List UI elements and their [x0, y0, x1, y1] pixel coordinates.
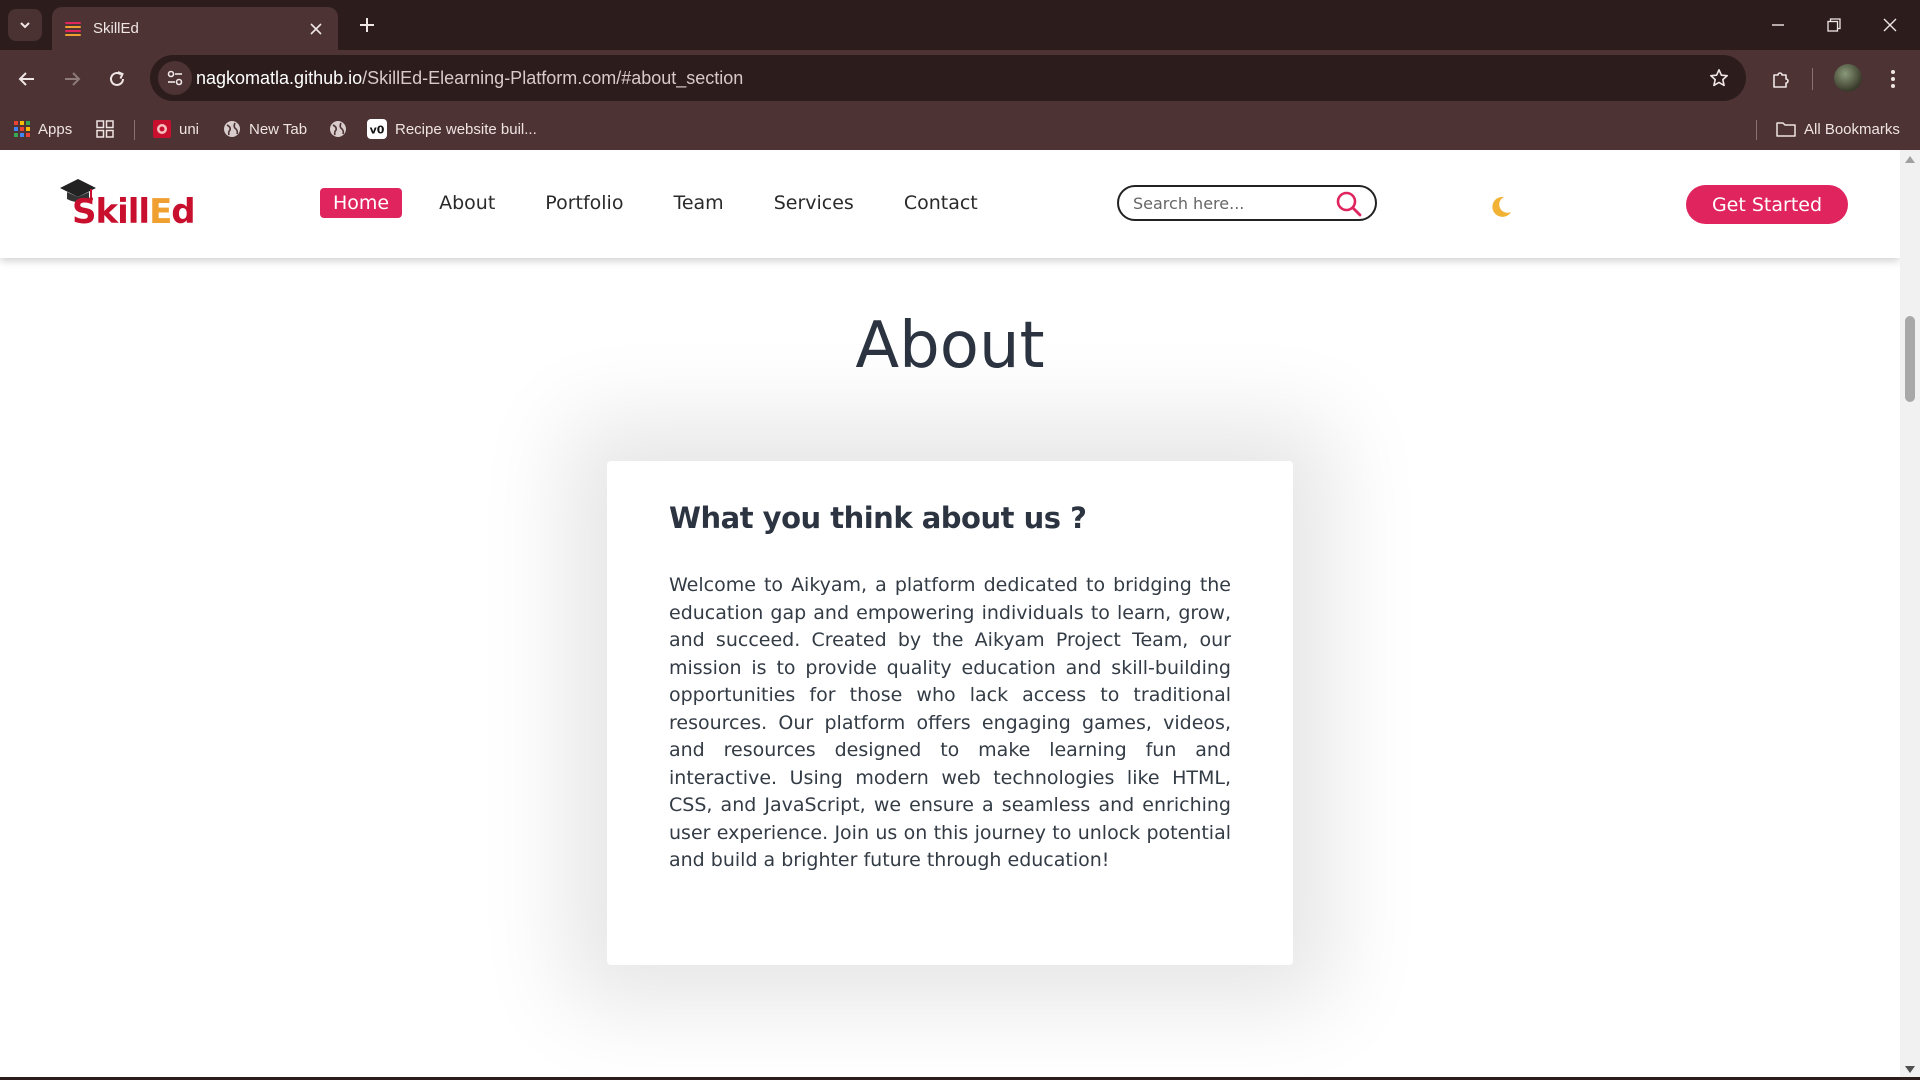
reload-icon	[110, 71, 124, 86]
page-scrollbar[interactable]	[1900, 150, 1920, 1080]
bookmark-label: Apps	[38, 120, 73, 138]
minimize-icon	[1772, 24, 1784, 26]
site-info-button[interactable]	[158, 61, 192, 95]
bookmark-uni[interactable]: uni	[153, 108, 199, 150]
nav-team[interactable]: Team	[660, 188, 736, 218]
uni-favicon-icon	[153, 120, 171, 138]
skilled-favicon-icon	[65, 21, 81, 37]
tab-active[interactable]: SkillEd	[52, 7, 338, 50]
more-vert-icon	[1891, 70, 1895, 88]
tab-search-button[interactable]	[8, 9, 42, 41]
scroll-down-arrow-icon[interactable]	[1905, 1066, 1915, 1073]
browser-toolbar: nagkomatla.github.io/SkillEd-Elearning-P…	[0, 50, 1920, 108]
nav-about[interactable]: About	[426, 188, 508, 218]
nav-portfolio[interactable]: Portfolio	[532, 188, 636, 218]
bookmarks-divider	[1756, 120, 1757, 140]
bookmark-label: New Tab	[249, 120, 308, 138]
nav-home[interactable]: Home	[320, 188, 403, 218]
extensions-button[interactable]	[1764, 62, 1798, 96]
tab-groups-icon	[96, 120, 114, 138]
close-icon	[310, 22, 322, 35]
all-bookmarks-button[interactable]: All Bookmarks	[1776, 108, 1900, 150]
close-icon	[1883, 18, 1897, 32]
forward-button[interactable]	[55, 62, 89, 96]
scrollbar-thumb[interactable]	[1905, 316, 1915, 402]
reload-button[interactable]	[100, 62, 134, 96]
bookmark-label: Recipe website buil...	[395, 120, 537, 138]
site-logo[interactable]: SkillEd	[58, 176, 208, 236]
restore-icon	[1827, 18, 1841, 32]
about-heading: About	[855, 309, 1045, 384]
search-input[interactable]	[1131, 193, 1335, 214]
logo-text: SkillEd	[72, 192, 196, 232]
card-title: What you think about us ?	[669, 501, 1087, 535]
bookmark-label: uni	[179, 120, 200, 138]
tab-title: SkillEd	[93, 20, 139, 37]
site-search	[1117, 185, 1377, 221]
globe-icon	[330, 121, 346, 137]
chrome-menu-button[interactable]	[1876, 62, 1910, 96]
site-nav: Home About Portfolio Team Services Conta…	[320, 188, 1015, 218]
url-text[interactable]: nagkomatla.github.io/SkillEd-Elearning-P…	[196, 68, 743, 89]
star-icon	[1710, 69, 1728, 87]
page-viewport: SkillEd Home About Portfolio Team Servic…	[0, 150, 1900, 1080]
moon-icon[interactable]	[1488, 194, 1514, 226]
bookmark-recipe-website[interactable]: v0 Recipe website buil...	[367, 108, 537, 150]
address-bar[interactable]: nagkomatla.github.io/SkillEd-Elearning-P…	[150, 55, 1746, 101]
new-tab-button[interactable]	[352, 10, 382, 40]
apps-grid-icon	[14, 121, 30, 137]
folder-icon	[1776, 122, 1796, 137]
arrow-right-icon	[65, 72, 81, 86]
get-started-button[interactable]: Get Started	[1686, 185, 1848, 224]
url-path: /SkillEd-Elearning-Platform.com/#about_s…	[362, 68, 744, 88]
puzzle-icon	[1773, 72, 1789, 88]
svg-text:v0: v0	[370, 124, 385, 137]
arrow-left-icon	[18, 72, 34, 86]
back-button[interactable]	[10, 62, 44, 96]
url-host: nagkomatla.github.io	[196, 68, 363, 88]
nav-services[interactable]: Services	[761, 188, 867, 218]
bookmark-new-tab[interactable]: New Tab	[223, 108, 307, 150]
about-card: What you think about us ? Welcome to Aik…	[607, 461, 1293, 965]
profile-avatar[interactable]	[1834, 64, 1862, 92]
tab-strip: SkillEd	[0, 0, 1920, 50]
restore-button[interactable]	[1810, 8, 1858, 42]
bookmarks-bar: Apps uni New Tab v0 Recipe website buil.…	[0, 108, 1920, 150]
tab-close-button[interactable]	[302, 15, 330, 43]
search-icon[interactable]	[1335, 190, 1363, 218]
globe-icon	[224, 121, 240, 137]
plus-icon	[360, 18, 374, 32]
toolbar-divider	[1812, 68, 1813, 90]
bookmark-star-button[interactable]	[1706, 65, 1732, 91]
close-window-button[interactable]	[1866, 8, 1914, 42]
site-header: SkillEd Home About Portfolio Team Servic…	[0, 150, 1900, 258]
all-bookmarks-label: All Bookmarks	[1804, 120, 1900, 138]
tune-icon	[167, 70, 183, 86]
bookmark-tab-groups[interactable]	[96, 108, 114, 150]
scroll-up-arrow-icon[interactable]	[1905, 156, 1915, 163]
bookmark-globe[interactable]	[329, 108, 347, 150]
bookmark-apps[interactable]: Apps	[14, 108, 72, 150]
card-body: Welcome to Aikyam, a platform dedicated …	[669, 574, 1231, 871]
vo-favicon-icon: v0	[367, 119, 387, 139]
minimize-button[interactable]	[1754, 8, 1802, 42]
nav-contact[interactable]: Contact	[891, 188, 991, 218]
chevron-down-icon	[20, 22, 30, 29]
bookmarks-divider	[134, 120, 135, 140]
